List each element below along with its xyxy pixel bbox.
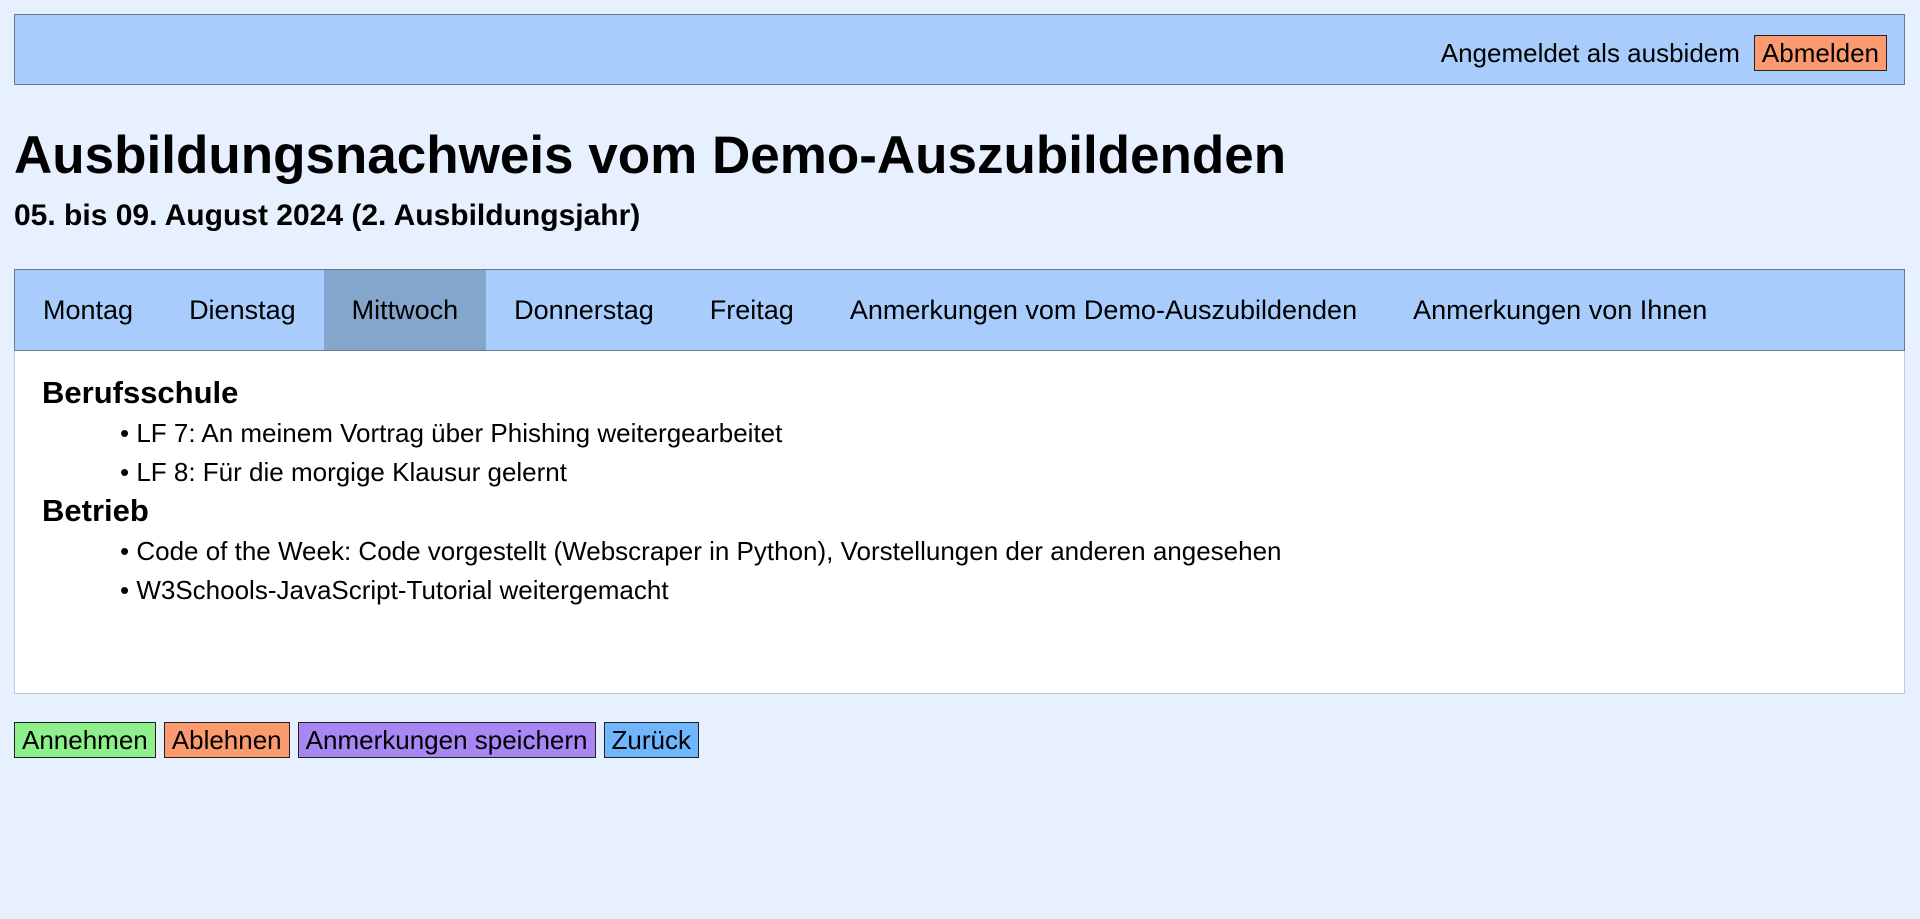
section-heading-betrieb: Betrieb [42, 493, 149, 528]
day-content: Berufsschule LF 7: An meinem Vortrag übe… [15, 351, 1904, 633]
list-item: Code of the Week: Code vorgestellt (Webs… [120, 532, 1877, 571]
user-info: Angemeldet als ausbidem Abmelden [1441, 35, 1887, 71]
save-notes-button[interactable]: Anmerkungen speichern [297, 722, 596, 758]
tab-your-notes[interactable]: Anmerkungen von Ihnen [1385, 270, 1735, 350]
list-item: LF 8: Für die morgige Klausur gelernt [120, 453, 1877, 492]
tab-dienstag[interactable]: Dienstag [161, 270, 324, 350]
tab-trainee-notes[interactable]: Anmerkungen vom Demo-Auszubildenden [822, 270, 1385, 350]
entry-list-berufsschule: LF 7: An meinem Vortrag über Phishing we… [42, 414, 1877, 492]
back-button[interactable]: Zurück [603, 722, 699, 758]
day-tabs: Montag Dienstag Mittwoch Donnerstag Frei… [14, 269, 1905, 351]
tab-freitag[interactable]: Freitag [682, 270, 822, 350]
list-item: W3Schools-JavaScript-Tutorial weitergema… [120, 571, 1877, 610]
tab-mittwoch[interactable]: Mittwoch [323, 270, 487, 350]
logout-button[interactable]: Abmelden [1753, 35, 1887, 71]
report-panel: Montag Dienstag Mittwoch Donnerstag Frei… [14, 269, 1905, 694]
page-subtitle: 05. bis 09. August 2024 (2. Ausbildungsj… [14, 199, 641, 232]
logged-in-status: Angemeldet als ausbidem [1440, 38, 1740, 68]
tab-montag[interactable]: Montag [15, 270, 161, 350]
list-item: LF 7: An meinem Vortrag über Phishing we… [120, 414, 1877, 453]
tab-donnerstag[interactable]: Donnerstag [486, 270, 682, 350]
accept-button[interactable]: Annehmen [14, 722, 156, 758]
action-buttons: Annehmen Ablehnen Anmerkungen speichern … [14, 722, 699, 758]
reject-button[interactable]: Ablehnen [163, 722, 290, 758]
section-heading-berufsschule: Berufsschule [42, 375, 239, 410]
page-title: Ausbildungsnachweis vom Demo-Auszubilden… [14, 126, 1287, 185]
entry-list-betrieb: Code of the Week: Code vorgestellt (Webs… [42, 532, 1877, 610]
top-bar: Angemeldet als ausbidem Abmelden [14, 14, 1905, 85]
